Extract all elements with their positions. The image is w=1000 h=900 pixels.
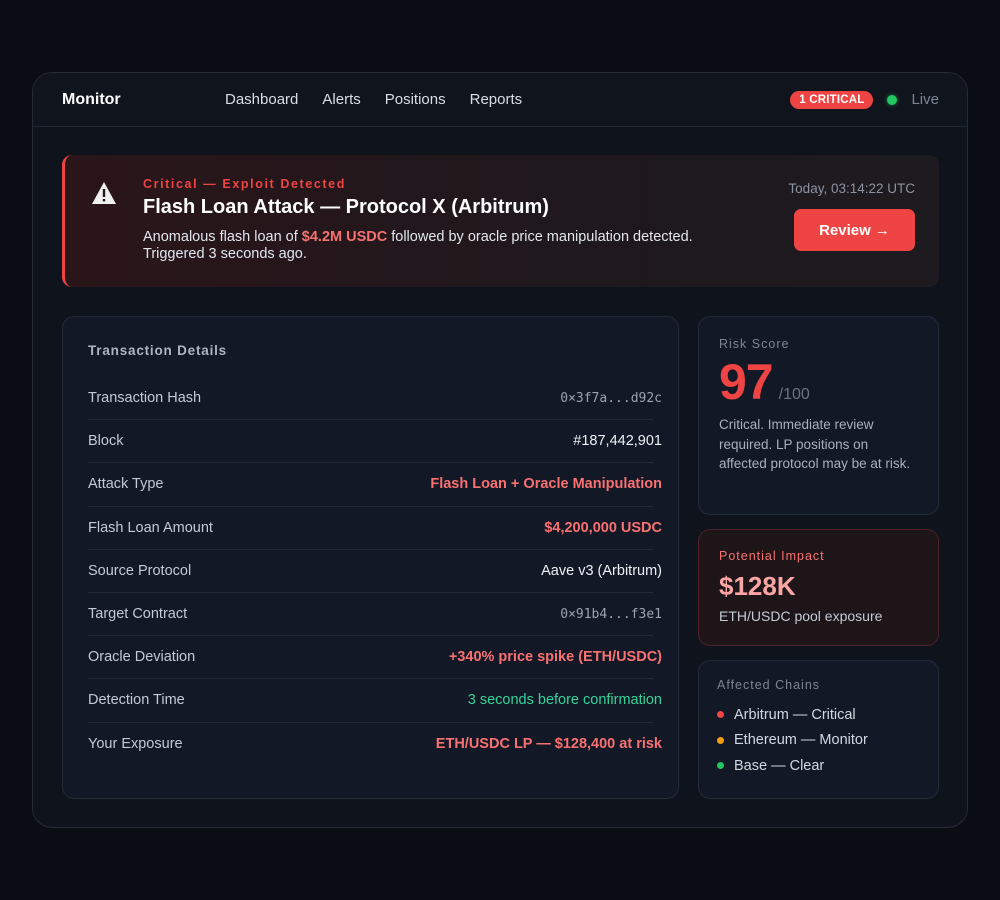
row-value: $4,200,000 USDC <box>544 519 662 536</box>
status-dot-icon <box>717 736 724 744</box>
risk-score-max: /100 <box>778 386 810 403</box>
table-row: Detection Time 3 seconds before confirmat… <box>88 679 662 723</box>
row-label: Oracle Deviation <box>88 649 196 666</box>
nav-alerts[interactable]: Alerts <box>322 91 360 108</box>
impact-value: $128K <box>719 571 796 601</box>
list-item: Base — Clear <box>717 753 920 779</box>
chain-label: Arbitrum — Critical <box>734 706 856 723</box>
brand-logo[interactable]: Monitor <box>62 91 225 109</box>
row-label: Your Exposure <box>88 736 183 753</box>
review-button[interactable]: Review → <box>794 209 915 251</box>
impact-subtext: ETH/USDC pool exposure <box>719 608 883 624</box>
top-navbar: Monitor Dashboard Alerts Positions Repor… <box>33 73 967 127</box>
table-row: Block #187,442,901 <box>88 420 662 464</box>
row-value: Flash Loan + Oracle Manipulation <box>430 476 662 493</box>
alert-description: Anomalous flash loan of $4.2M USDC follo… <box>143 229 763 263</box>
critical-count-badge[interactable]: 1 CRITICAL <box>790 90 874 109</box>
row-value: #187,442,901 <box>573 433 662 450</box>
table-row: Target Contract 0×91b4...f3e1 <box>88 593 662 637</box>
list-item: Arbitrum — Critical <box>717 702 920 728</box>
row-label: Block <box>88 433 124 450</box>
table-row: Source Protocol Aave v3 (Arbitrum) <box>88 550 662 593</box>
risk-score-display: 97 /100 <box>719 357 918 407</box>
alert-desc-trigger: Triggered 3 seconds ago. <box>143 246 307 262</box>
row-value: 3 seconds before confirmation <box>467 692 662 709</box>
live-status-label: Live <box>911 91 939 108</box>
transaction-details-card: Transaction Details Transaction Hash 0×3f… <box>62 316 679 799</box>
risk-score-value: 97 <box>719 354 774 410</box>
row-value: Aave v3 (Arbitrum) <box>541 562 662 579</box>
affected-chains-card: Affected Chains Arbitrum — Critical Ether… <box>698 660 939 799</box>
live-status-dot <box>887 94 898 105</box>
affected-chains-list: Arbitrum — Critical Ethereum — Monitor Bas… <box>717 702 920 779</box>
status-area: 1 CRITICAL Live <box>790 90 939 109</box>
affected-chains-label: Affected Chains <box>717 678 821 692</box>
alert-desc-suffix: followed by oracle price manipulation de… <box>387 229 693 245</box>
row-value: ETH/USDC LP — $128,400 at risk <box>435 736 662 753</box>
risk-score-label: Risk Score <box>719 337 790 351</box>
alert-kicker: Critical — Exploit Detected <box>143 177 346 191</box>
nav-dashboard[interactable]: Dashboard <box>225 91 298 108</box>
chain-label: Ethereum — Monitor <box>734 732 868 749</box>
table-row: Flash Loan Amount $4,200,000 USDC <box>88 507 662 550</box>
table-row: Oracle Deviation +340% price spike (ETH/U… <box>88 636 662 680</box>
nav-reports[interactable]: Reports <box>470 91 523 108</box>
critical-alert-banner: Critical — Exploit Detected Flash Loan A… <box>62 155 939 287</box>
row-value[interactable]: 0×3f7a...d92c <box>560 391 662 406</box>
nav-positions[interactable]: Positions <box>385 91 446 108</box>
status-dot-icon <box>717 762 724 770</box>
status-dot-icon <box>717 711 724 719</box>
row-label: Transaction Hash <box>88 390 202 407</box>
impact-label: Potential Impact <box>719 549 825 563</box>
row-value: +340% price spike (ETH/USDC) <box>448 649 662 666</box>
potential-impact-card: Potential Impact $128K ETH/USDC pool exp… <box>698 529 939 646</box>
table-row: Your Exposure ETH/USDC LP — $128,400 at r… <box>88 723 662 766</box>
row-label: Flash Loan Amount <box>88 519 213 536</box>
alert-desc-prefix: Anomalous flash loan of <box>143 229 302 245</box>
row-label: Attack Type <box>88 476 164 493</box>
table-row: Attack Type Flash Loan + Oracle Manipulat… <box>88 463 662 507</box>
transaction-details-list: Transaction Hash 0×3f7a...d92c Block #187,4… <box>88 377 662 766</box>
row-label: Detection Time <box>88 692 185 709</box>
main-nav: Dashboard Alerts Positions Reports <box>225 91 522 108</box>
app-window: Monitor Dashboard Alerts Positions Repor… <box>32 72 968 828</box>
risk-score-card: Risk Score 97 /100 Critical. Immediate r… <box>698 316 939 515</box>
alert-title: Flash Loan Attack — Protocol X (Arbitrum… <box>143 196 549 218</box>
risk-score-description: Critical. Immediate review required. LP … <box>719 417 911 471</box>
row-label: Source Protocol <box>88 562 192 579</box>
list-item: Ethereum — Monitor <box>717 728 920 754</box>
table-row: Transaction Hash 0×3f7a...d92c <box>88 377 662 421</box>
alert-timestamp: Today, 03:14:22 UTC <box>788 181 915 196</box>
row-value[interactable]: 0×91b4...f3e1 <box>560 607 662 622</box>
row-label: Target Contract <box>88 606 188 623</box>
warning-triangle-icon <box>92 182 116 204</box>
alert-desc-amount: $4.2M USDC <box>301 229 388 245</box>
chain-label: Base — Clear <box>734 757 825 774</box>
transaction-details-heading: Transaction Details <box>88 343 227 358</box>
